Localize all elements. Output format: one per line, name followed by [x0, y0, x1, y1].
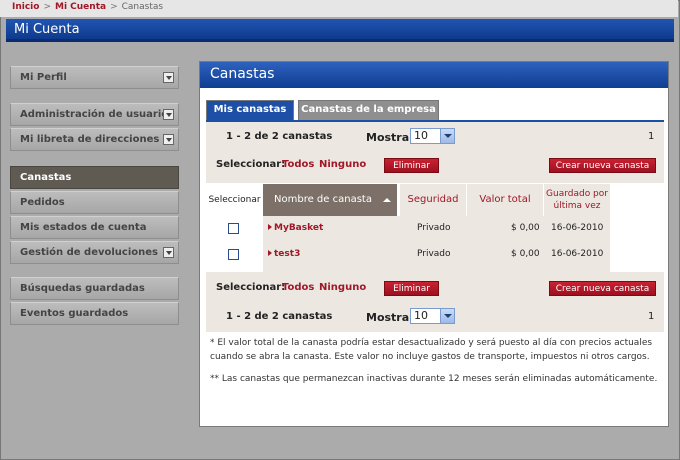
page-size-select[interactable]: 10: [410, 308, 455, 324]
create-basket-button[interactable]: Crear nueva canasta: [549, 281, 656, 296]
col-header-saved: Guardado por última vez: [544, 184, 610, 216]
table-row: MyBasket Privado $ 0,00 16-06-2010: [206, 220, 610, 238]
sidebar-item-searches[interactable]: Búsquedas guardadas: [10, 277, 179, 300]
delete-button[interactable]: Eliminar: [384, 281, 439, 296]
page-title: Mi Cuenta: [14, 22, 80, 37]
breadcrumb: Inicio > Mi Cuenta > Canastas: [0, 0, 678, 17]
page-number: 1: [648, 131, 655, 142]
sidebar-item-label: Gestión de devoluciones: [20, 247, 158, 258]
select-label: Seleccionar:: [216, 159, 286, 170]
col-header-name-label: Nombre de canasta: [274, 194, 372, 205]
col-header-select: Seleccionar: [208, 195, 261, 205]
sidebar-item-label: Mi Perfil: [20, 72, 67, 83]
select-none-link[interactable]: Ninguno: [319, 159, 366, 170]
select-none-link[interactable]: Ninguno: [319, 282, 366, 293]
select-label: Seleccionar:: [216, 282, 286, 293]
sidebar-item-label: Mi libreta de direcciones: [20, 134, 160, 145]
sidebar-item-orders[interactable]: Pedidos: [10, 191, 179, 214]
sidebar-item-baskets[interactable]: Canastas: [10, 166, 179, 189]
chevron-down-icon[interactable]: [163, 247, 174, 258]
sidebar-item-label: Búsquedas guardadas: [20, 283, 145, 294]
breadcrumb-account-link[interactable]: Mi Cuenta: [55, 2, 106, 12]
chevron-down-icon: [440, 129, 454, 143]
bottom-controls: Seleccionar: Todos Ninguno Eliminar Crea…: [206, 272, 664, 332]
baskets-panel: Canastas Mis canastas Canastas de la emp…: [199, 61, 669, 427]
basket-security: Privado: [417, 223, 451, 233]
sidebar-item-label: Canastas: [20, 172, 72, 183]
breadcrumb-home-link[interactable]: Inicio: [12, 2, 39, 12]
basket-name-link[interactable]: MyBasket: [274, 223, 323, 233]
page-size-select[interactable]: 10: [410, 128, 455, 144]
col-header-name[interactable]: Nombre de canasta: [263, 184, 397, 216]
delete-button[interactable]: Eliminar: [384, 158, 439, 173]
breadcrumb-current: Canastas: [121, 2, 164, 12]
sidebar-group-admin: Administración de usuarios Mi libreta de…: [10, 103, 179, 153]
paging-range: 1 - 2 de 2 canastas: [226, 131, 333, 142]
breadcrumb-separator: >: [43, 2, 51, 12]
basket-total: $ 0,00: [511, 223, 540, 233]
chevron-down-icon[interactable]: [163, 72, 174, 83]
panel-title: Canastas: [210, 66, 275, 82]
top-controls: 1 - 2 de 2 canastas Mostrar 10 1 Selecci…: [206, 120, 664, 183]
page-number: 1: [648, 311, 655, 322]
sidebar-item-returns[interactable]: Gestión de devoluciones: [10, 241, 179, 264]
col-header-total: Valor total: [467, 184, 543, 216]
page-size-value: 10: [414, 129, 428, 142]
sidebar-item-label: Pedidos: [20, 197, 65, 208]
sidebar-item-profile[interactable]: Mi Perfil: [10, 66, 179, 89]
caret-right-icon: [268, 224, 272, 230]
select-all-link[interactable]: Todos: [282, 282, 314, 293]
page-header: Mi Cuenta: [6, 19, 674, 42]
select-all-link[interactable]: Todos: [282, 159, 314, 170]
paging-range: 1 - 2 de 2 canastas: [226, 311, 333, 322]
caret-right-icon: [268, 250, 272, 256]
col-header-security: Seguridad: [400, 184, 466, 216]
row-checkbox[interactable]: [228, 249, 239, 260]
show-label: Mostrar: [366, 131, 415, 144]
sidebar-item-label: Eventos guardados: [20, 308, 129, 319]
note-total-value: * El valor total de la canasta podría es…: [210, 338, 653, 362]
sidebar-item-addresses[interactable]: Mi libreta de direcciones: [10, 128, 179, 151]
notes: * El valor total de la canasta podría es…: [210, 336, 662, 386]
sidebar-group-profile: Mi Perfil: [10, 66, 179, 91]
tab-company-baskets[interactable]: Canastas de la empresa: [298, 100, 439, 120]
sidebar-group-shopping: Canastas Pedidos Mis estados de cuenta G…: [10, 166, 179, 266]
sidebar-item-events[interactable]: Eventos guardados: [10, 302, 179, 325]
page-size-value: 10: [414, 309, 428, 322]
sidebar-item-label: Mis estados de cuenta: [20, 222, 147, 233]
table-row: test3 Privado $ 0,00 16-06-2010: [206, 246, 610, 264]
basket-saved-date: 16-06-2010: [551, 223, 604, 233]
row-checkbox[interactable]: [228, 223, 239, 234]
basket-security: Privado: [417, 249, 451, 259]
breadcrumb-separator: >: [110, 2, 118, 12]
basket-name-link[interactable]: test3: [274, 249, 300, 259]
sort-ascending-icon: [383, 198, 391, 202]
sidebar-item-users[interactable]: Administración de usuarios: [10, 103, 179, 126]
sidebar-group-saved: Búsquedas guardadas Eventos guardados: [10, 277, 179, 327]
sidebar-item-label: Administración de usuarios: [20, 109, 175, 120]
panel-header: Canastas: [200, 62, 668, 88]
chevron-down-icon[interactable]: [163, 109, 174, 120]
tab-my-baskets[interactable]: Mis canastas: [206, 100, 294, 120]
chevron-down-icon[interactable]: [163, 134, 174, 145]
basket-saved-date: 16-06-2010: [551, 249, 604, 259]
create-basket-button[interactable]: Crear nueva canasta: [549, 158, 656, 173]
note-inactive-baskets: ** Las canastas que permanezcan inactiva…: [210, 374, 658, 384]
basket-total: $ 0,00: [511, 249, 540, 259]
chevron-down-icon: [440, 309, 454, 323]
sidebar-item-statements[interactable]: Mis estados de cuenta: [10, 216, 179, 239]
show-label: Mostrar: [366, 311, 415, 324]
